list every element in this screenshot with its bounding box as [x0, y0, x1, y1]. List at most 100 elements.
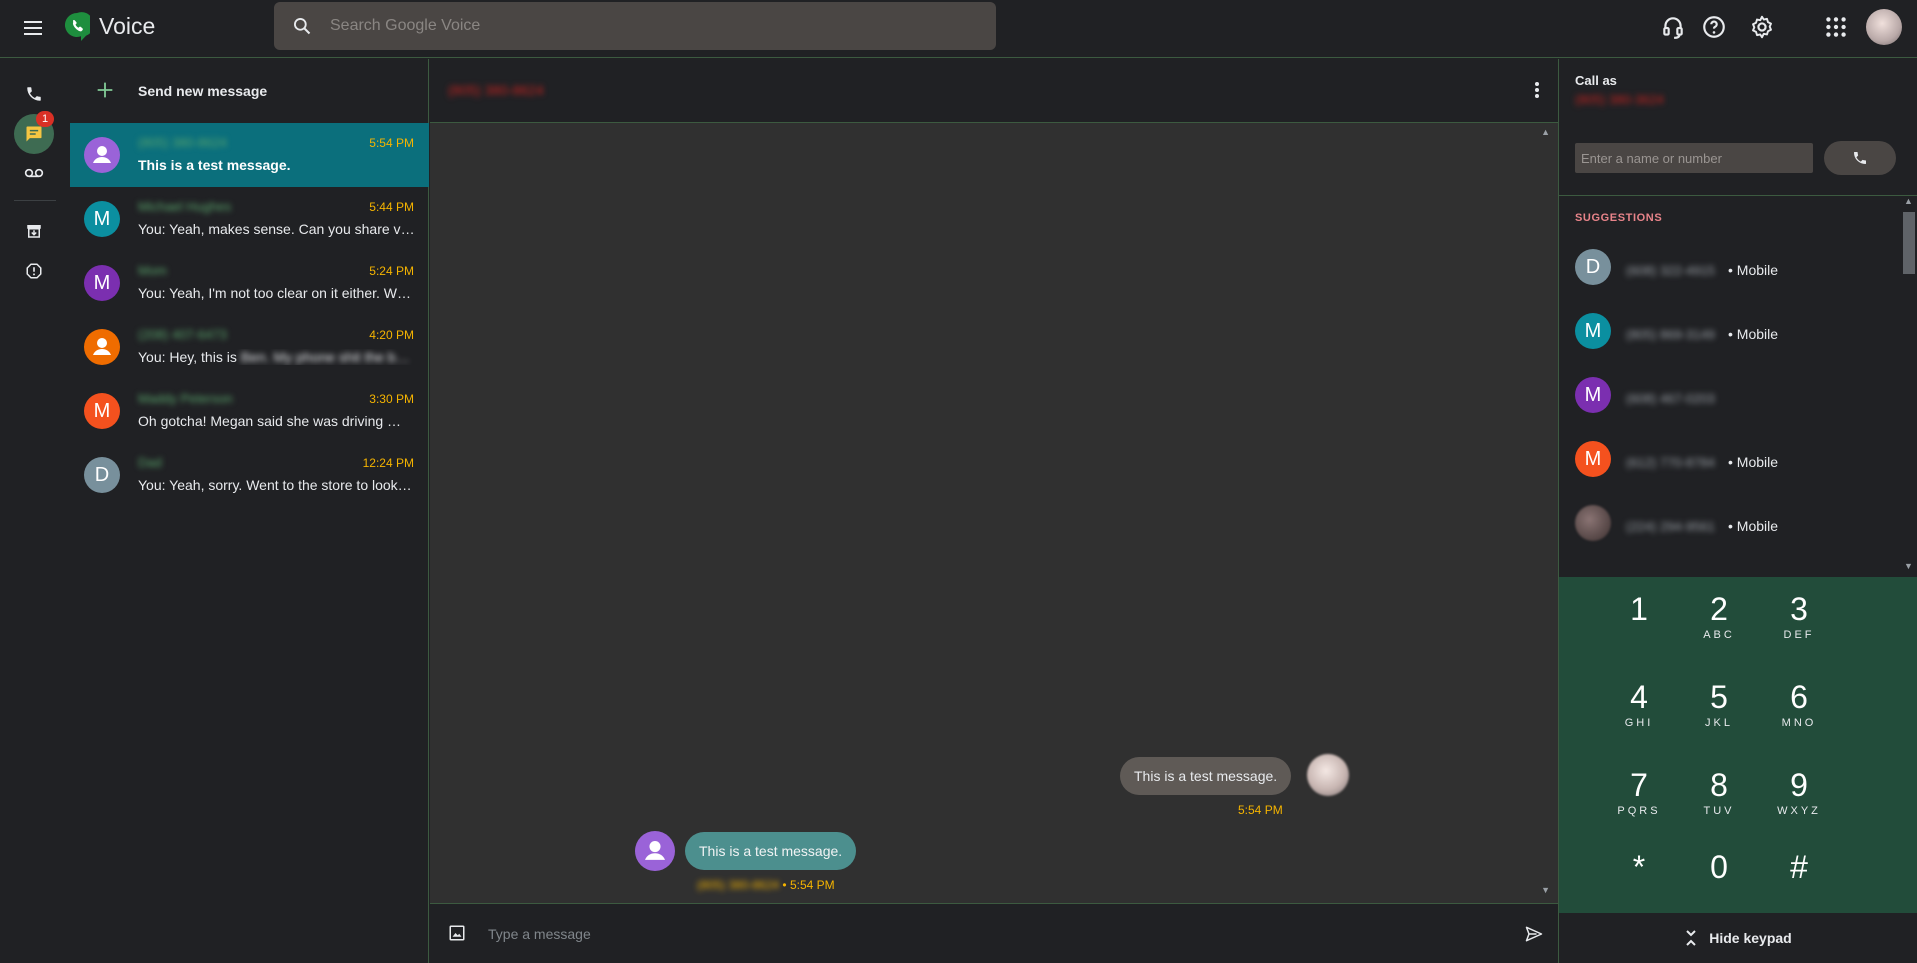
- image-icon[interactable]: [448, 924, 466, 942]
- call-button[interactable]: [1824, 141, 1896, 175]
- contact-avatar: M: [84, 201, 120, 237]
- nav-spam[interactable]: [14, 251, 54, 291]
- keypad-key-3[interactable]: 3 DEF: [1759, 577, 1839, 657]
- keypad-key-star[interactable]: *: [1599, 835, 1679, 915]
- suggestion-item[interactable]: M (805) 869-3149 • Mobile: [1559, 313, 1899, 377]
- contact-name: Maddy Peterson: [138, 391, 233, 406]
- send-new-message-button[interactable]: Send new message: [70, 59, 429, 123]
- keypad-key-5[interactable]: 5 JKL: [1679, 665, 1759, 745]
- message-time: 5:24 PM: [369, 264, 414, 278]
- nav-calls[interactable]: [14, 74, 54, 114]
- thread-header: (805) 380-8624: [430, 59, 1558, 123]
- phone-icon: [1854, 152, 1866, 164]
- message-count-badge: 1: [36, 111, 54, 127]
- apps-icon[interactable]: [1823, 14, 1849, 40]
- conversation-item[interactable]: D Dad 12:24 PM You: Yeah, sorry. Went to…: [70, 443, 429, 507]
- call-name-number-input[interactable]: [1575, 143, 1813, 173]
- send-new-message-label: Send new message: [138, 83, 268, 99]
- outgoing-message-bubble[interactable]: This is a test message.: [1120, 757, 1292, 795]
- keypad-key-hash[interactable]: #: [1759, 835, 1839, 915]
- person-icon: [93, 146, 111, 163]
- key-letters: GHI: [1624, 717, 1654, 729]
- suggestion-item[interactable]: M (608) 467-0203: [1559, 377, 1899, 441]
- more-vert-icon[interactable]: [1534, 81, 1540, 99]
- keypad-key-2[interactable]: 2 ABC: [1679, 577, 1759, 657]
- conversation-item[interactable]: M Michael Hughes 5:44 PM You: Yeah, make…: [70, 187, 429, 251]
- incoming-message-time: • 5:54 PM: [782, 878, 835, 892]
- voice-logo-icon[interactable]: [64, 12, 90, 42]
- suggestion-type: • Mobile: [1728, 262, 1779, 278]
- suggestion-number: (224) 294-9561: [1626, 519, 1715, 534]
- suggestion-item[interactable]: (224) 294-9561 • Mobile: [1559, 505, 1899, 569]
- key-digit: 2: [1710, 591, 1728, 627]
- message-preview: You: Hey, this is Ben. My phone shit the…: [138, 349, 416, 365]
- call-as-number[interactable]: (805) 380-3624: [1575, 92, 1664, 107]
- person-icon: [645, 841, 665, 860]
- search-input[interactable]: [330, 2, 980, 50]
- my-avatar: [1307, 754, 1349, 796]
- suggestions-label: SUGGESTIONS: [1575, 212, 1663, 224]
- rail-divider: [14, 200, 56, 201]
- thread-scroll-down[interactable]: ▼: [1541, 885, 1550, 895]
- key-letters: WXYZ: [1777, 805, 1821, 817]
- conversation-item[interactable]: (208) 407-6473 4:20 PM You: Hey, this is…: [70, 315, 429, 379]
- keypad-key-7[interactable]: 7 PQRS: [1599, 753, 1679, 833]
- contact-avatar: M: [84, 393, 120, 429]
- hide-keypad-button[interactable]: Hide keypad: [1559, 913, 1917, 963]
- message-input[interactable]: [488, 914, 1388, 954]
- suggestion-number: (805) 869-3149: [1626, 327, 1715, 342]
- account-avatar[interactable]: [1866, 9, 1902, 45]
- message-preview: This is a test message.: [138, 157, 291, 173]
- key-digit: 9: [1790, 767, 1808, 803]
- preview-text: You: Hey, this is: [138, 349, 237, 365]
- menu-icon[interactable]: [22, 16, 46, 40]
- incoming-message-bubble[interactable]: This is a test message.: [685, 832, 857, 870]
- keypad-key-6[interactable]: 6 MNO: [1759, 665, 1839, 745]
- suggestions-scrollbar[interactable]: [1903, 212, 1915, 274]
- suggestion-item[interactable]: M (612) 770-8784 • Mobile: [1559, 441, 1899, 505]
- search-bar[interactable]: [274, 2, 996, 50]
- search-icon[interactable]: [292, 16, 312, 36]
- conversation-list: Send new message (805) 380-8624 5:54 PM …: [70, 59, 429, 963]
- spam-icon: [26, 263, 42, 279]
- suggestion-avatar: [1575, 505, 1611, 541]
- suggestion-type: • Mobile: [1728, 518, 1779, 534]
- contact-avatar: M: [84, 265, 120, 301]
- dial-keypad: 1 2 ABC 3 DEF 4 GHI 5 JKL 6 MNO 7 PQRS 8 TUV 9 W…: [1559, 577, 1917, 913]
- nav-messages[interactable]: 1: [14, 111, 54, 154]
- voicemail-icon: [24, 168, 44, 178]
- send-icon[interactable]: [1524, 924, 1544, 944]
- keypad-key-8[interactable]: 8 TUV: [1679, 753, 1759, 833]
- contact-avatar: [84, 137, 120, 173]
- nav-archive[interactable]: [14, 211, 54, 251]
- key-digit: 3: [1790, 591, 1808, 627]
- suggestions-divider: [1559, 195, 1917, 196]
- conversation-item[interactable]: (805) 380-8624 5:54 PM This is a test me…: [70, 123, 429, 187]
- keypad-key-0[interactable]: 0: [1679, 835, 1759, 915]
- app-title[interactable]: Voice: [99, 13, 155, 40]
- nav-voicemail[interactable]: [14, 153, 54, 193]
- conversation-item[interactable]: M Maddy Peterson 3:30 PM Oh gotcha! Mega…: [70, 379, 429, 443]
- person-icon: [93, 338, 111, 355]
- suggestions-scroll-up[interactable]: ▲: [1904, 196, 1913, 206]
- thread-scroll-up[interactable]: ▲: [1541, 127, 1550, 137]
- help-icon[interactable]: [1701, 14, 1727, 40]
- keypad-key-4[interactable]: 4 GHI: [1599, 665, 1679, 745]
- headset-icon[interactable]: [1660, 14, 1686, 40]
- call-panel: Call as (805) 380-3624 ▲ SUGGESTIONS D (…: [1558, 59, 1917, 963]
- contact-avatar: [84, 329, 120, 365]
- key-letters: DEF: [1783, 629, 1815, 641]
- preview-blurred-text: Ben. My phone shit the b…: [240, 349, 410, 365]
- message-preview: Oh gotcha! Megan said she was driving …: [138, 413, 402, 429]
- archive-icon: [27, 225, 41, 238]
- settings-icon[interactable]: [1749, 14, 1775, 40]
- conversation-item[interactable]: M Mom 5:24 PM You: Yeah, I'm not too cle…: [70, 251, 429, 315]
- suggestions-scroll-down[interactable]: ▼: [1904, 561, 1913, 571]
- suggestion-item[interactable]: D (608) 322-4915 • Mobile: [1559, 249, 1899, 313]
- top-bar: Voice: [0, 0, 1917, 58]
- suggestion-number: (608) 467-0203: [1626, 391, 1715, 406]
- keypad-key-9[interactable]: 9 WXYZ: [1759, 753, 1839, 833]
- thread-contact[interactable]: (805) 380-8624: [448, 82, 544, 98]
- keypad-key-1[interactable]: 1: [1599, 577, 1679, 657]
- contact-name: (208) 407-6473: [138, 327, 227, 342]
